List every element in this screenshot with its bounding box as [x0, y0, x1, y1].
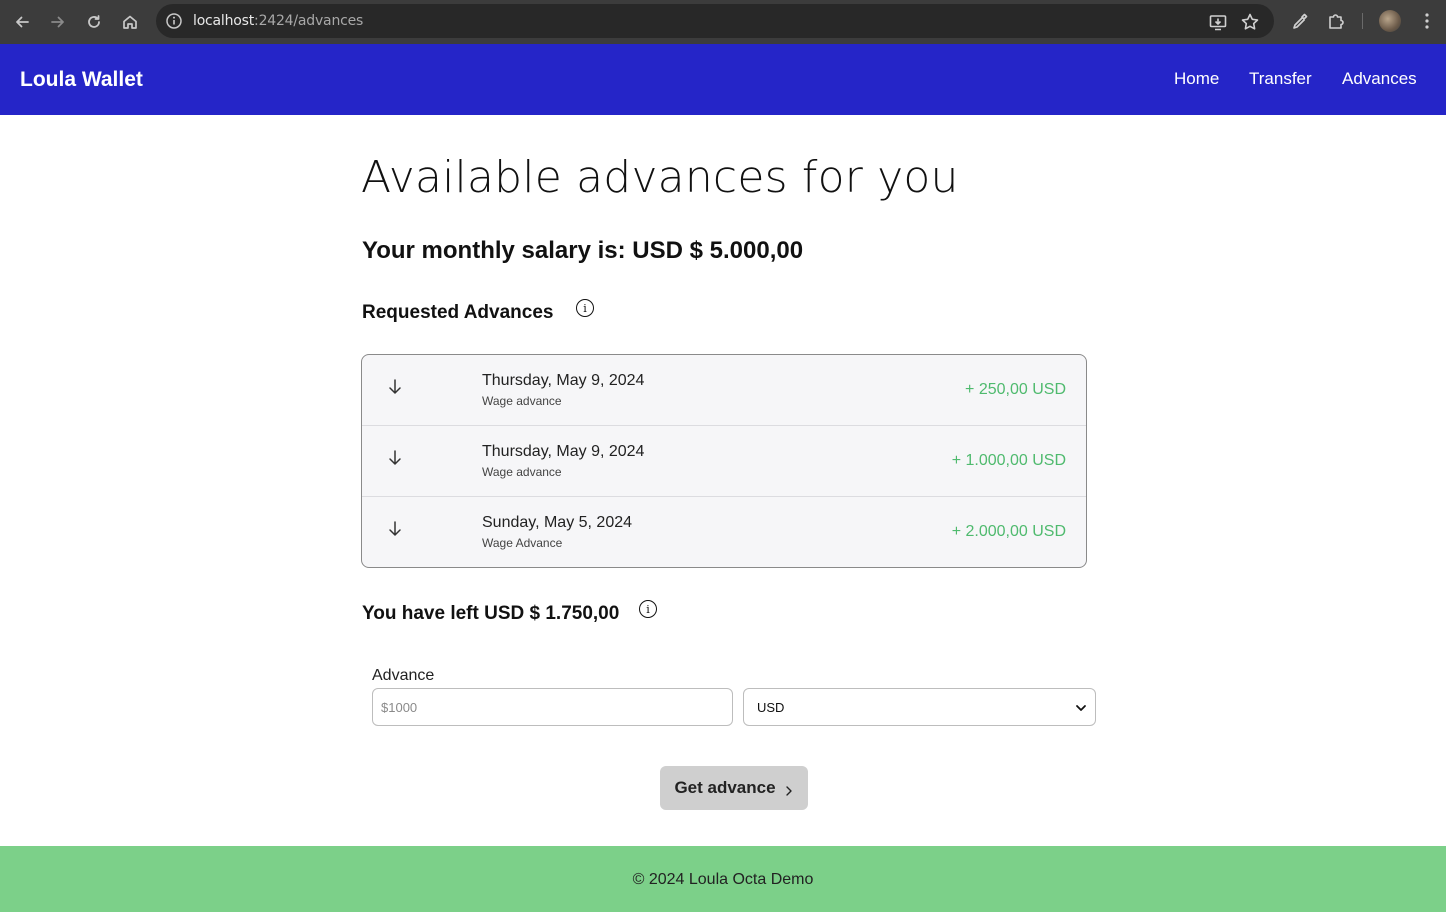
advance-date: Thursday, May 9, 2024 — [482, 372, 645, 389]
page-title: Available advances for you — [361, 152, 959, 203]
back-icon[interactable] — [9, 9, 35, 35]
list-item[interactable]: Thursday, May 9, 2024 Wage advance + 1.0… — [362, 426, 1086, 497]
url-path: :2424/advances — [254, 13, 364, 29]
chevron-down-icon — [1075, 701, 1087, 713]
info-icon[interactable]: i — [639, 600, 657, 618]
advance-date: Sunday, May 5, 2024 — [482, 514, 633, 531]
get-advance-label: Get advance — [674, 778, 776, 797]
home-icon[interactable] — [117, 9, 143, 35]
arrow-down-icon — [386, 519, 404, 539]
site-info-icon[interactable] — [165, 12, 183, 30]
url-host: localhost — [193, 13, 255, 29]
arrow-down-icon — [386, 448, 404, 468]
address-bar[interactable]: localhost:2424/advances — [156, 4, 1274, 38]
monthly-salary: Your monthly salary is: USD $ 5.000,00 — [362, 237, 804, 264]
advance-amount: + 2.000,00 USD — [951, 523, 1066, 540]
advance-amount: + 250,00 USD — [965, 381, 1066, 398]
profile-avatar[interactable] — [1379, 10, 1401, 32]
toolbar-divider — [1362, 13, 1363, 29]
browser-toolbar: localhost:2424/advances — [0, 0, 1446, 44]
list-item[interactable]: Thursday, May 9, 2024 Wage advance + 250… — [362, 355, 1086, 426]
advance-description: Wage advance — [482, 465, 562, 479]
nav-transfer[interactable]: Transfer — [1249, 69, 1312, 89]
advance-date: Thursday, May 9, 2024 — [482, 443, 645, 460]
advance-amount: + 1.000,00 USD — [951, 452, 1066, 469]
advances-list: Thursday, May 9, 2024 Wage advance + 250… — [361, 354, 1087, 568]
brand-logo-text[interactable]: Loula Wallet — [20, 68, 143, 92]
install-app-icon[interactable] — [1208, 12, 1228, 32]
menu-kebab-icon[interactable] — [1417, 11, 1437, 31]
get-advance-button[interactable]: Get advance — [660, 766, 808, 810]
app-header: Loula Wallet Home Transfer Advances — [0, 44, 1446, 115]
url-text: localhost:2424/advances — [193, 13, 363, 29]
forward-icon[interactable] — [45, 9, 71, 35]
nav-home[interactable]: Home — [1174, 69, 1219, 89]
reload-icon[interactable] — [81, 9, 107, 35]
info-icon[interactable]: i — [576, 299, 594, 317]
advance-description: Wage Advance — [482, 536, 563, 550]
currency-selected-value: USD — [757, 700, 785, 715]
arrow-down-icon — [386, 377, 404, 397]
list-item[interactable]: Sunday, May 5, 2024 Wage Advance + 2.000… — [362, 497, 1086, 567]
advance-amount-input[interactable] — [372, 688, 733, 726]
bookmark-star-icon[interactable] — [1240, 12, 1260, 32]
page-footer: © 2024 Loula Octa Demo — [0, 846, 1446, 912]
nav-advances[interactable]: Advances — [1342, 69, 1417, 89]
extensions-puzzle-icon[interactable] — [1326, 11, 1346, 31]
advance-description: Wage advance — [482, 394, 562, 408]
currency-select[interactable]: USD — [743, 688, 1096, 726]
requested-advances-title: Requested Advances — [362, 302, 554, 323]
eyedropper-icon[interactable] — [1290, 11, 1310, 31]
advance-label: Advance — [372, 667, 435, 684]
remaining-amount: You have left USD $ 1.750,00 — [362, 603, 620, 624]
footer-copyright: © 2024 Loula Octa Demo — [632, 871, 814, 888]
chevron-right-icon — [784, 782, 794, 796]
